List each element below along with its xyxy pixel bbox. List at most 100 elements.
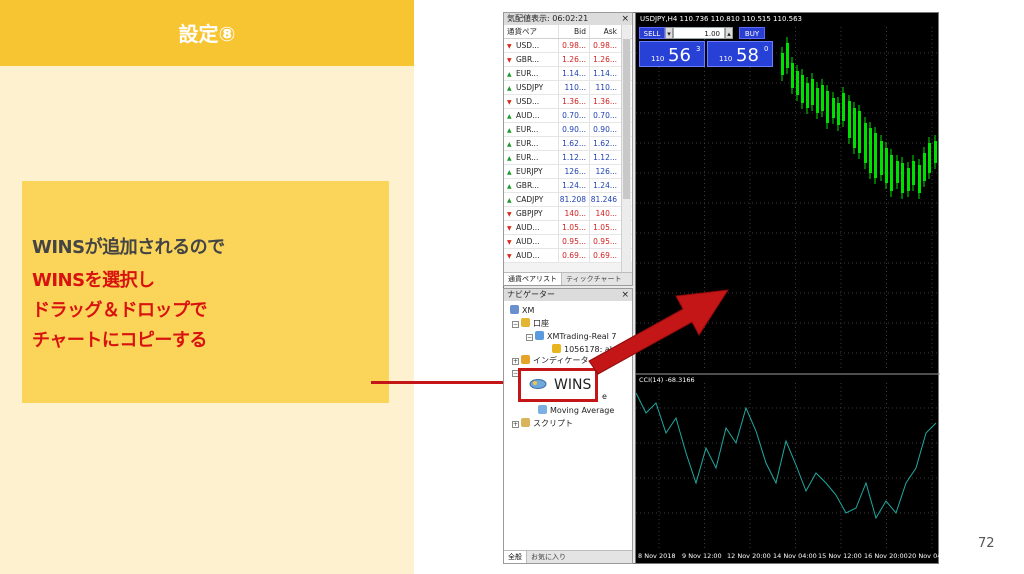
nav-root-xm[interactable]: XM <box>510 305 534 316</box>
market-watch-panel: 気配値表示: 06:02:21 × 通貨ペア Bid Ask ▼ USD... 0.… <box>503 12 633 286</box>
symbol-name: AUD... <box>516 251 540 260</box>
date-label: 15 Nov 12:00 <box>818 552 862 560</box>
market-watch-row[interactable]: ▲ GBR... 1.24... 1.24... <box>504 179 632 193</box>
symbol-cell: ▼ USD... <box>504 95 558 108</box>
arrow-up-icon: ▲ <box>507 155 512 162</box>
symbol-cell: ▲ CADJPY <box>504 193 558 206</box>
tree-collapse-icon[interactable]: − <box>526 334 533 341</box>
ask-cell: 0.98... <box>589 39 620 52</box>
market-watch-row[interactable]: ▲ USDJPY 110... 110... <box>504 81 632 95</box>
market-watch-row[interactable]: ▲ EUR... 1.14... 1.14... <box>504 67 632 81</box>
market-watch-row[interactable]: ▲ EUR... 0.90... 0.90... <box>504 123 632 137</box>
buy-price-box[interactable]: 110 58 0 <box>707 41 773 67</box>
market-watch-row[interactable]: ▲ EURJPY 126... 126... <box>504 165 632 179</box>
ask-cell: 1.36... <box>589 95 620 108</box>
market-watch-row[interactable]: ▼ USD... 1.36... 1.36... <box>504 95 632 109</box>
symbol-name: EUR... <box>516 69 539 78</box>
market-watch-row[interactable]: ▼ AUD... 0.69... 0.69... <box>504 249 632 263</box>
tab-symbol-list[interactable]: 通貨ペアリスト <box>504 273 562 285</box>
nav-scripts[interactable]: + スクリプト <box>512 418 573 429</box>
nav-accounts[interactable]: − 口座 <box>512 318 549 329</box>
one-click-trading-panel: SELL ▾ 1.00 ▴ BUY 110 56 3 110 58 0 <box>639 27 774 69</box>
ask-cell: 1.26... <box>589 53 620 66</box>
date-label: 8 Nov 2018 <box>638 552 676 560</box>
candle-body <box>837 103 840 125</box>
tree-expand-icon[interactable]: + <box>512 421 519 428</box>
date-label: 9 Nov 12:00 <box>682 552 722 560</box>
nav-accounts-label: 口座 <box>533 319 549 328</box>
tree-collapse-icon[interactable]: − <box>512 321 519 328</box>
symbol-cell: ▼ AUD... <box>504 235 558 248</box>
bid-cell: 1.24... <box>558 179 589 192</box>
navigator-title: ナビゲーター <box>507 290 555 299</box>
tab-favorites[interactable]: お気に入り <box>527 551 570 563</box>
close-icon[interactable]: × <box>621 13 629 25</box>
bid-cell: 1.26... <box>558 53 589 66</box>
market-watch-row[interactable]: ▼ USD... 0.98... 0.98... <box>504 39 632 53</box>
bid-cell: 0.69... <box>558 249 589 262</box>
column-header-ask[interactable]: Ask <box>589 25 620 38</box>
symbol-name: GBR... <box>516 181 540 190</box>
cci-line <box>636 392 937 520</box>
arrow-down-icon: ▼ <box>507 43 512 50</box>
candle-body <box>890 155 893 191</box>
symbol-cell: ▼ AUD... <box>504 221 558 234</box>
candle-body <box>781 53 784 75</box>
scroll-thumb[interactable] <box>623 39 630 199</box>
market-watch-row[interactable]: ▼ GBR... 1.26... 1.26... <box>504 53 632 67</box>
callout-step-select: WINSを選択し <box>32 270 155 291</box>
lot-size-input[interactable]: 1.00 <box>673 27 725 39</box>
candle-body <box>791 63 794 88</box>
candle-body <box>821 85 824 111</box>
symbol-name: USDJPY <box>516 83 544 92</box>
date-label: 16 Nov 20:00 <box>864 552 908 560</box>
sell-button[interactable]: SELL <box>639 27 665 39</box>
market-watch-scrollbar[interactable] <box>621 25 631 275</box>
expert-advisor-icon <box>529 379 547 389</box>
tab-general[interactable]: 全般 <box>504 551 527 563</box>
symbol-cell: ▲ EUR... <box>504 137 558 150</box>
candle-body <box>880 141 883 175</box>
ask-cell: 0.95... <box>589 235 620 248</box>
market-watch-row[interactable]: ▲ AUD... 0.70... 0.70... <box>504 109 632 123</box>
nav-moving-average[interactable]: Moving Average <box>538 405 614 416</box>
bid-cell: 0.98... <box>558 39 589 52</box>
market-watch-titlebar: 気配値表示: 06:02:21 × <box>504 13 632 25</box>
market-watch-row[interactable]: ▼ AUD... 1.05... 1.05... <box>504 221 632 235</box>
bid-cell: 110... <box>558 81 589 94</box>
market-watch-row[interactable]: ▲ CADJPY 81.208 81.246 <box>504 193 632 207</box>
sell-price-box[interactable]: 110 56 3 <box>639 41 705 67</box>
server-icon <box>535 331 544 340</box>
symbol-name: GBPJPY <box>516 209 543 218</box>
ask-cell: 140... <box>589 207 620 220</box>
market-watch-header: 通貨ペア Bid Ask <box>504 25 632 39</box>
ask-cell: 0.69... <box>589 249 620 262</box>
symbol-cell: ▲ AUD... <box>504 109 558 122</box>
ask-cell: 1.62... <box>589 137 620 150</box>
candle-body <box>923 153 926 181</box>
buy-button[interactable]: BUY <box>739 27 765 39</box>
callout-intro-text: WINSが追加されるので <box>32 237 225 258</box>
market-watch-row[interactable]: ▼ AUD... 0.95... 0.95... <box>504 235 632 249</box>
symbol-cell: ▼ USD... <box>504 39 558 52</box>
arrow-down-icon: ▼ <box>507 239 512 246</box>
market-watch-row[interactable]: ▲ EUR... 1.12... 1.12... <box>504 151 632 165</box>
tree-expand-icon[interactable]: + <box>512 358 519 365</box>
wins-item-highlighted[interactable]: WINS <box>518 368 598 402</box>
nav-indicators[interactable]: + インディケータ <box>512 355 588 366</box>
sell-price-prefix: 110 <box>651 55 665 63</box>
user-icon <box>552 344 561 353</box>
symbol-cell: ▼ AUD... <box>504 249 558 262</box>
arrow-down-icon: ▼ <box>507 57 512 64</box>
buy-price-pip: 0 <box>764 45 769 53</box>
lot-decrease-button[interactable]: ▾ <box>665 27 673 39</box>
market-watch-row[interactable]: ▼ GBPJPY 140... 140... <box>504 207 632 221</box>
candle-body <box>801 75 804 103</box>
indicators-icon <box>521 355 530 364</box>
lot-increase-button[interactable]: ▴ <box>725 27 733 39</box>
arrow-up-icon: ▲ <box>507 71 512 78</box>
market-watch-row[interactable]: ▲ EUR... 1.62... 1.62... <box>504 137 632 151</box>
column-header-bid[interactable]: Bid <box>558 25 589 38</box>
column-header-symbol[interactable]: 通貨ペア <box>504 25 558 38</box>
callout-step-drag: ドラッグ＆ドロップで <box>32 300 208 321</box>
